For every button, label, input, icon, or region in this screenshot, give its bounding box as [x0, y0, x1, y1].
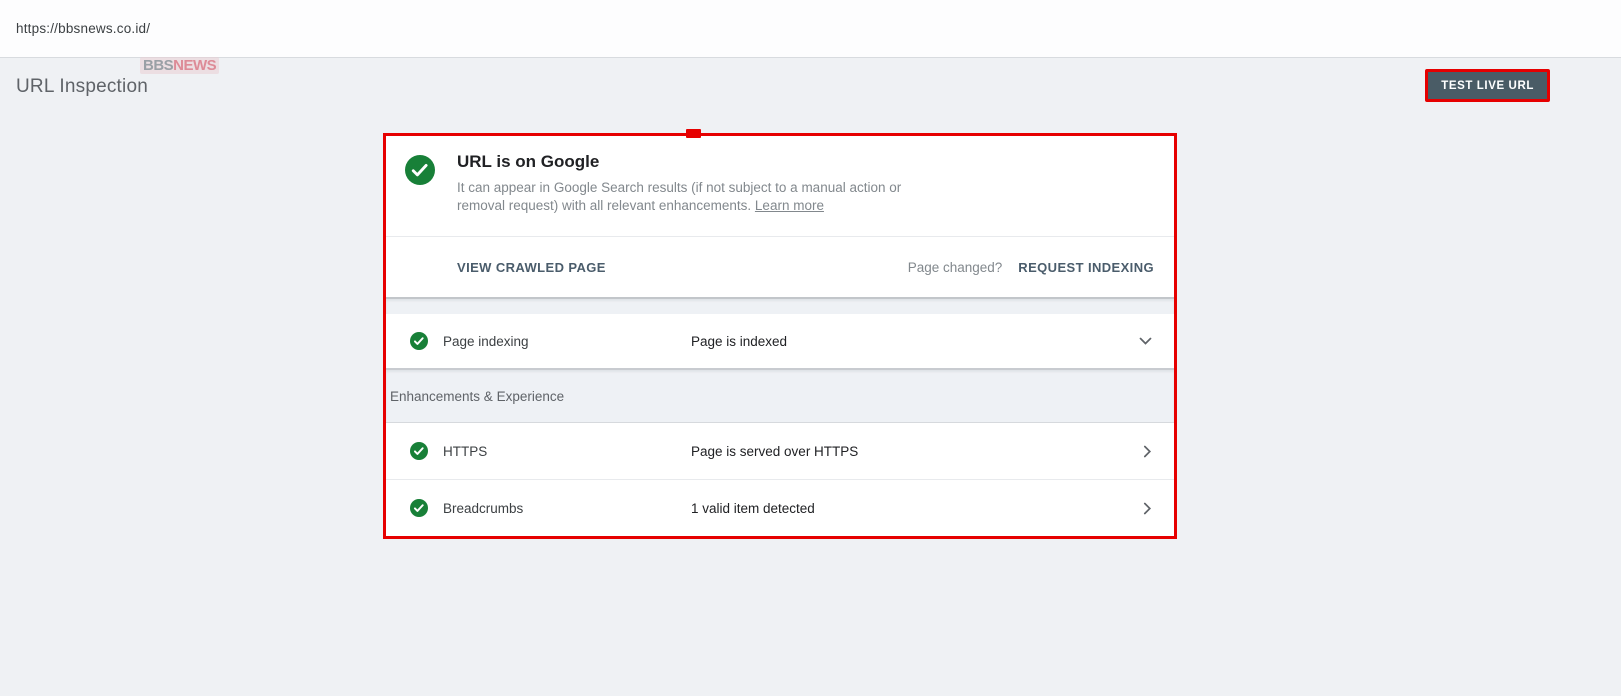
chevron-right-icon[interactable] [1143, 502, 1152, 515]
https-row[interactable]: HTTPS Page is served over HTTPS [386, 423, 1174, 479]
page-indexing-row[interactable]: Page indexing Page is indexed [386, 314, 1174, 368]
green-check-circle-icon [410, 442, 428, 460]
enhancements-section-header: Enhancements & Experience [386, 368, 1174, 423]
row-label: HTTPS [443, 444, 487, 459]
action-right-group: Page changed? REQUEST INDEXING [908, 260, 1154, 275]
request-indexing-button[interactable]: REQUEST INDEXING [1018, 260, 1154, 275]
status-header: URL is on Google It can appear in Google… [386, 136, 1174, 236]
bbsnews-watermark: BBSNEWS [140, 57, 219, 74]
section-spacer-strip [386, 297, 1174, 314]
status-description-text: It can appear in Google Search results (… [457, 180, 901, 213]
url-inspection-card: URL is on Google It can appear in Google… [383, 133, 1177, 539]
page-title: URL Inspection [16, 76, 148, 98]
learn-more-link[interactable]: Learn more [755, 198, 824, 213]
status-description: It can appear in Google Search results (… [457, 179, 949, 215]
inspected-url: https://bbsnews.co.id/ [16, 21, 150, 36]
watermark-text-bbs: BBS [143, 57, 173, 74]
row-value: Page is served over HTTPS [691, 444, 858, 459]
green-check-circle-icon [405, 155, 435, 185]
chevron-right-icon[interactable] [1143, 445, 1152, 458]
row-value: 1 valid item detected [691, 501, 815, 516]
breadcrumbs-row[interactable]: Breadcrumbs 1 valid item detected [386, 480, 1174, 536]
view-crawled-page-button[interactable]: VIEW CRAWLED PAGE [457, 260, 606, 275]
row-label: Breadcrumbs [443, 501, 523, 516]
watermark-text-news: NEWS [173, 57, 216, 74]
top-url-bar: https://bbsnews.co.id/ [0, 0, 1621, 58]
status-title: URL is on Google [457, 152, 599, 172]
row-value: Page is indexed [691, 334, 787, 349]
page-changed-label: Page changed? [908, 260, 1003, 275]
test-live-url-button[interactable]: TEST LIVE URL [1425, 69, 1550, 102]
row-label: Page indexing [443, 334, 529, 349]
action-row: VIEW CRAWLED PAGE Page changed? REQUEST … [386, 237, 1174, 297]
green-check-circle-icon [410, 499, 428, 517]
green-check-circle-icon [410, 332, 428, 350]
chevron-down-icon[interactable] [1139, 337, 1152, 346]
